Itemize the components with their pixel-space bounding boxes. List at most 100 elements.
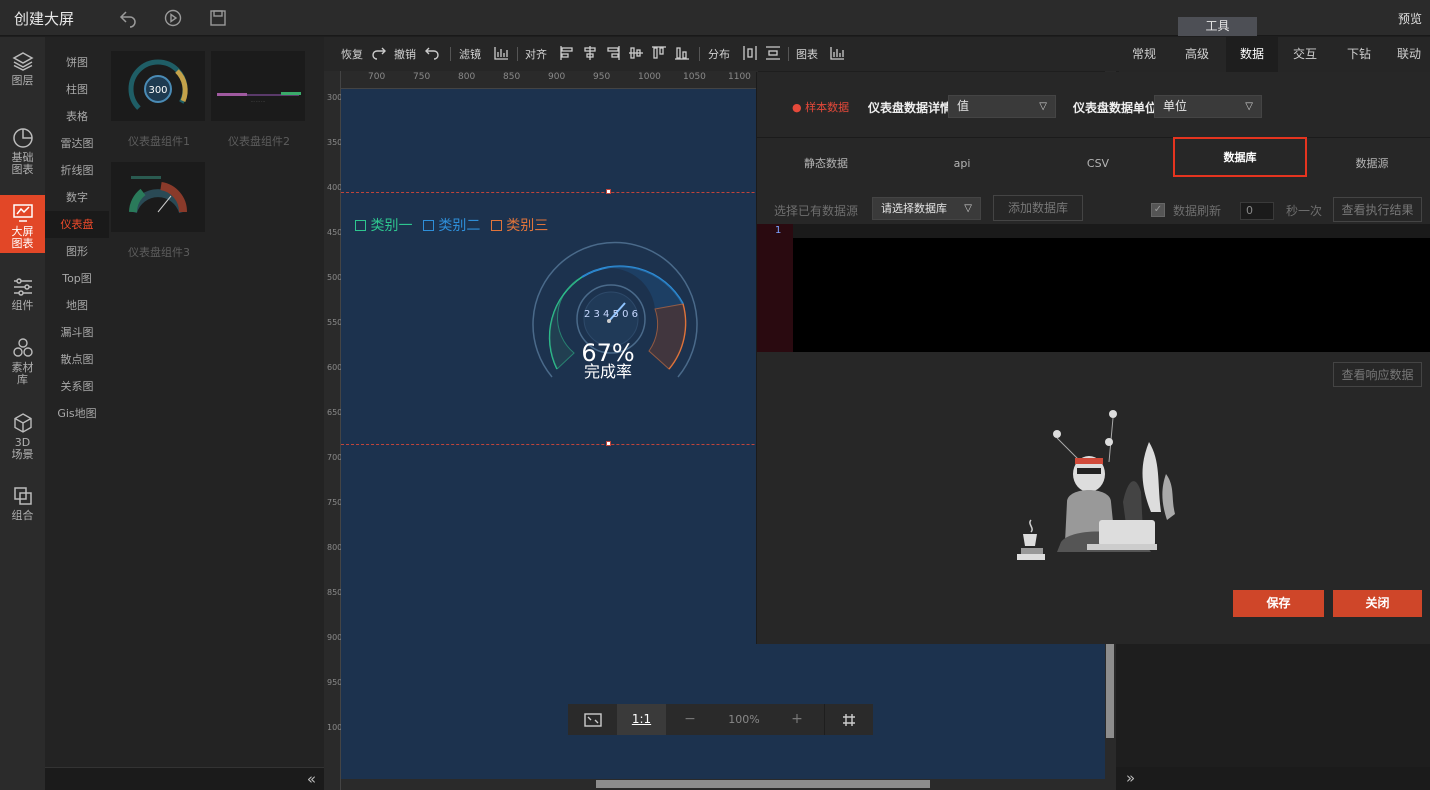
legend-icon	[355, 220, 366, 231]
category-item[interactable]: 饼图	[45, 49, 109, 76]
close-button[interactable]: 关闭	[1333, 590, 1422, 617]
align-bottom-icon[interactable]	[674, 45, 690, 61]
combine-icon	[13, 487, 32, 505]
thumbnail-gauge-value: 300	[148, 85, 167, 96]
grid-icon[interactable]	[824, 704, 873, 735]
database-select[interactable]: 请选择数据库 ▽	[872, 197, 981, 220]
nav-combine[interactable]: 组合	[0, 485, 45, 527]
redo-icon[interactable]	[371, 45, 387, 61]
ruler-horizontal: 700 750 800 850 900 950 1000 1050 1100	[341, 71, 758, 89]
thumbnail-label: 仪表盘组件2	[228, 135, 290, 148]
detail-label: 仪表盘数据详情	[868, 101, 953, 115]
distribute-h-icon[interactable]	[742, 45, 758, 61]
tab-advanced[interactable]: 高级	[1172, 37, 1222, 72]
category-item[interactable]: Gis地图	[45, 400, 109, 427]
top-bar: 创建大屏 工具 预览	[0, 0, 1430, 36]
thumbnail-gauge-2[interactable]: ... ... ...	[211, 51, 305, 121]
unit-select[interactable]: 单位 ▽	[1154, 95, 1262, 118]
save-icon[interactable]	[208, 8, 228, 28]
legend-item: 类别二	[438, 218, 481, 234]
collapse-left-icon[interactable]: «	[307, 770, 316, 788]
zoom-in-button[interactable]: +	[785, 704, 809, 735]
undo-button[interactable]: 撤销	[394, 46, 416, 62]
nav-components[interactable]: 组件	[0, 277, 45, 319]
horizontal-scroll-thumb[interactable]	[596, 780, 930, 788]
resize-handle[interactable]	[606, 189, 611, 194]
align-left-icon[interactable]	[559, 45, 575, 61]
legend-icon	[422, 220, 434, 231]
refresh-checkbox[interactable]: ✓	[1151, 203, 1165, 217]
align-top-icon[interactable]	[651, 45, 667, 61]
undo-icon[interactable]	[424, 45, 440, 61]
nav-layers[interactable]: 图层	[0, 50, 45, 98]
bar-chart-icon[interactable]	[493, 45, 509, 61]
category-item[interactable]: 数字	[45, 184, 109, 211]
tab-api[interactable]: api	[897, 150, 1027, 180]
tab-data[interactable]: 数据	[1226, 37, 1278, 72]
restore-button[interactable]: 恢复	[341, 46, 363, 62]
nav-3d-scene[interactable]: 3D场景	[0, 412, 45, 468]
component-thumbnails: 300 仪表盘组件1 ... ... ... 仪表盘组件2 仪表盘组件3	[109, 37, 324, 767]
chart-icon[interactable]	[829, 45, 845, 61]
nav-screen-charts[interactable]: 大屏图表	[0, 195, 45, 253]
distribute-button[interactable]: 分布	[708, 46, 730, 62]
view-response-button[interactable]: 查看响应数据	[1333, 362, 1422, 387]
category-item[interactable]: 雷达图	[45, 130, 109, 157]
tools-tab[interactable]: 工具	[1178, 17, 1257, 36]
category-item-gauge[interactable]: 仪表盘	[45, 211, 109, 238]
category-item[interactable]: 地图	[45, 292, 109, 319]
vertical-scroll-thumb[interactable]	[1106, 640, 1114, 738]
align-right-icon[interactable]	[605, 45, 621, 61]
align-center-h-icon[interactable]	[582, 45, 598, 61]
unit-label: 仪表盘数据单位	[1073, 101, 1158, 115]
zoom-out-button[interactable]: −	[678, 704, 702, 735]
category-item[interactable]: 关系图	[45, 373, 109, 400]
preview-button[interactable]: 预览	[1398, 10, 1422, 27]
gauge-chart[interactable]: 2 3 4 5 0 6 67% 完成率	[516, 229, 706, 389]
view-execution-result-button[interactable]: 查看执行结果	[1333, 197, 1422, 222]
save-button[interactable]: 保存	[1233, 590, 1324, 617]
tab-general[interactable]: 常规	[1119, 37, 1169, 72]
refresh-interval-input[interactable]: 0	[1240, 202, 1274, 220]
distribute-v-icon[interactable]	[765, 45, 781, 61]
actual-size-button[interactable]: 1:1	[617, 704, 666, 735]
existing-source-label: 选择已有数据源	[774, 204, 859, 218]
category-item[interactable]: 图形	[45, 238, 109, 265]
detail-select[interactable]: 值 ▽	[948, 95, 1056, 118]
category-item[interactable]: 散点图	[45, 346, 109, 373]
thumbnail-gauge-3[interactable]	[111, 162, 205, 232]
align-button[interactable]: 对齐	[525, 46, 547, 62]
chart-button[interactable]: 图表	[796, 46, 818, 62]
tab-datasource[interactable]: 数据源	[1307, 150, 1430, 180]
tab-static-data[interactable]: 静态数据	[761, 150, 891, 180]
align-middle-icon[interactable]	[628, 45, 644, 61]
sliders-icon	[13, 278, 32, 296]
tab-drilldown[interactable]: 下钻	[1334, 37, 1384, 72]
tab-interaction[interactable]: 交互	[1280, 37, 1330, 72]
category-item[interactable]: 漏斗图	[45, 319, 109, 346]
tab-database[interactable]: 数据库	[1173, 137, 1307, 177]
hexagons-icon	[12, 338, 33, 357]
nav-materials[interactable]: 素材库	[0, 337, 45, 393]
category-item[interactable]: 折线图	[45, 157, 109, 184]
tab-linkage[interactable]: 联动	[1388, 37, 1430, 72]
category-item[interactable]: 表格	[45, 103, 109, 130]
sample-data-label: ● 样本数据	[792, 101, 850, 114]
fit-screen-icon[interactable]	[568, 704, 617, 735]
collapse-right-icon[interactable]: »	[1126, 769, 1135, 787]
tab-csv[interactable]: CSV	[1033, 150, 1163, 180]
thumbnail-label: 仪表盘组件1	[128, 135, 190, 148]
dropdown-caret-icon: ▽	[964, 203, 972, 214]
add-database-button[interactable]: 添加数据库	[993, 195, 1083, 221]
nav-basic-charts[interactable]: 基础图表	[0, 127, 45, 176]
editor-toolbar: 恢复 撤销 滤镜 对齐 分布 图表	[324, 37, 1119, 71]
resize-handle[interactable]	[606, 441, 611, 446]
category-item[interactable]: Top图	[45, 265, 109, 292]
back-icon[interactable]	[118, 8, 138, 28]
sql-editor[interactable]	[793, 238, 1430, 352]
thumbnail-gauge-1[interactable]: 300	[111, 51, 205, 121]
play-icon[interactable]	[163, 8, 183, 28]
filter-button[interactable]: 滤镜	[459, 46, 481, 62]
refresh-label: 数据刷新	[1173, 204, 1222, 218]
category-item[interactable]: 柱图	[45, 76, 109, 103]
